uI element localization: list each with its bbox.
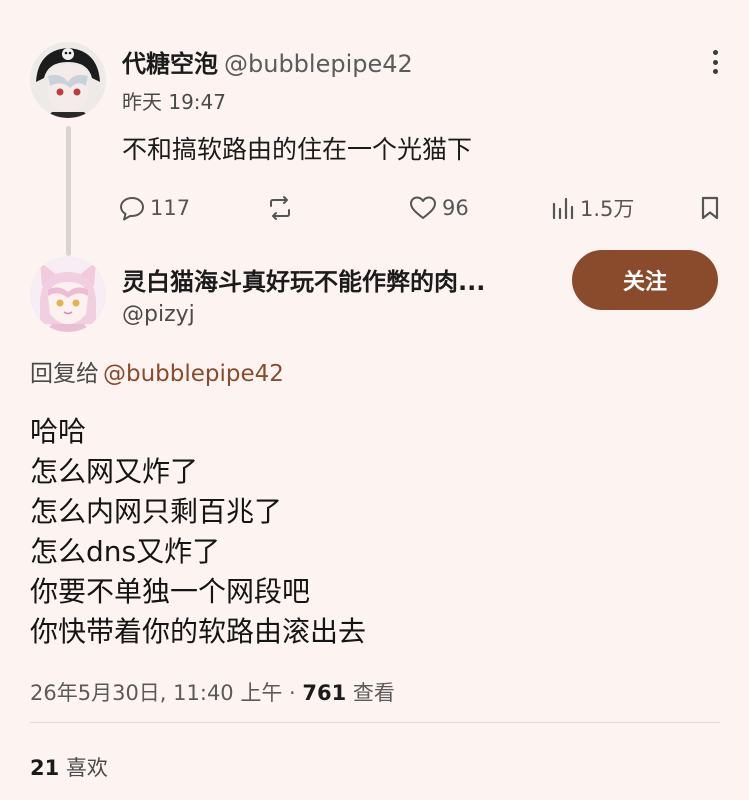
reply-button[interactable]: 117 bbox=[118, 192, 190, 224]
speech-bubble-icon bbox=[120, 197, 144, 221]
heart-icon bbox=[410, 196, 436, 219]
bookmark-button[interactable] bbox=[698, 192, 722, 224]
likes-label: 喜欢 bbox=[59, 756, 108, 780]
reply-count: 117 bbox=[150, 196, 191, 220]
display-name[interactable]: 代糖空泡 bbox=[122, 50, 218, 78]
thread-line bbox=[66, 126, 71, 256]
post-text: 哈哈 怎么网又炸了 怎么内网只剩百兆了 怎么dns又炸了 你要不单独一个网段吧 … bbox=[30, 412, 366, 652]
post-text-line: 哈哈 bbox=[30, 415, 87, 448]
bookmark-icon bbox=[701, 196, 719, 220]
post-text-line: 怎么dns又炸了 bbox=[30, 535, 221, 568]
post-text-line: 怎么内网只剩百兆了 bbox=[30, 495, 283, 528]
mention-link[interactable]: @bubblepipe42 bbox=[103, 361, 284, 387]
more-options-button[interactable] bbox=[701, 46, 729, 78]
post-time[interactable]: 昨天 19:47 bbox=[122, 86, 226, 115]
avatar-illustration-icon bbox=[30, 42, 106, 118]
display-name[interactable]: 灵白猫海斗真好玩不能作弊的肉... bbox=[122, 262, 485, 297]
post-text: 不和搞软路由的住在一个光猫下 bbox=[122, 135, 473, 164]
views-button[interactable]: 1.5万 bbox=[550, 192, 634, 224]
follow-button[interactable]: 关注 bbox=[572, 250, 718, 310]
repost-arrows-icon bbox=[270, 196, 290, 220]
divider bbox=[30, 722, 720, 723]
bar-chart-icon bbox=[552, 197, 574, 220]
post-actions-bar: 117 96 1.5万 bbox=[118, 192, 728, 224]
avatar[interactable] bbox=[30, 42, 106, 118]
user-handle[interactable]: @pizyj bbox=[122, 302, 195, 327]
view-count: 761 bbox=[302, 681, 347, 705]
like-count: 21 bbox=[30, 756, 60, 780]
likes-summary[interactable]: 21 喜欢 bbox=[30, 752, 108, 782]
post-text-line: 怎么网又炸了 bbox=[30, 455, 199, 488]
post-text-line: 你快带着你的软路由滚出去 bbox=[30, 615, 367, 648]
tweet-detail-page: 代糖空泡 @bubblepipe42 昨天 19:47 不和搞软路由的住在一个光猫… bbox=[0, 0, 749, 800]
avatar[interactable] bbox=[30, 256, 106, 332]
user-handle[interactable]: @bubblepipe42 bbox=[224, 50, 413, 78]
replying-to-label: 回复给 bbox=[30, 361, 99, 387]
post-metadata: 26年5月30日, 11:40 上午 · 761 查看 bbox=[30, 677, 395, 707]
vertical-ellipsis-icon bbox=[712, 50, 718, 55]
avatar-illustration-icon bbox=[30, 256, 106, 332]
replying-to: 回复给 @bubblepipe42 bbox=[30, 354, 284, 388]
views-label: 查看 bbox=[346, 681, 395, 705]
view-count: 1.5万 bbox=[580, 197, 635, 221]
repost-button[interactable] bbox=[266, 192, 294, 224]
like-button[interactable]: 96 bbox=[408, 192, 469, 224]
parent-post-header: 代糖空泡 @bubblepipe42 bbox=[122, 44, 413, 79]
post-text-line: 你要不单独一个网段吧 bbox=[30, 575, 311, 608]
post-timestamp[interactable]: 26年5月30日, 11:40 上午 · bbox=[30, 681, 302, 705]
like-count: 96 bbox=[442, 196, 469, 220]
